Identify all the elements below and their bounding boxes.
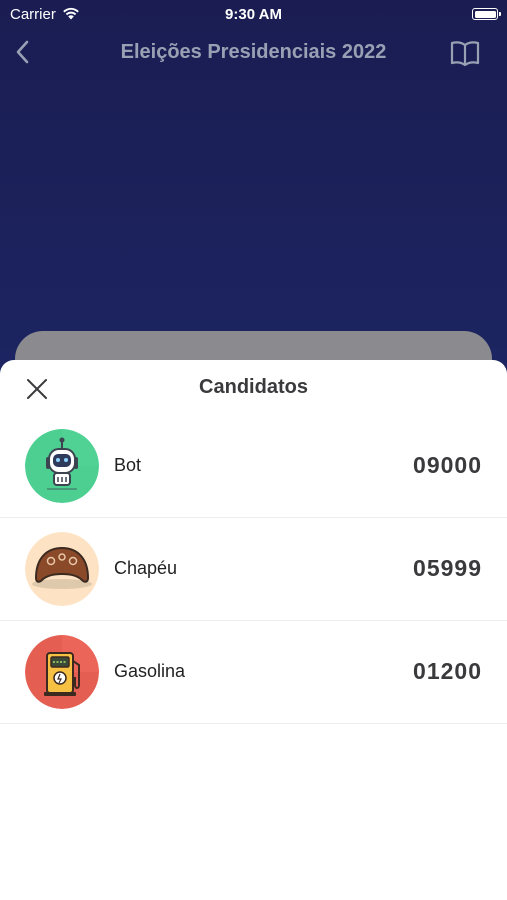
- candidate-number: 09000: [413, 452, 482, 478]
- sheet-title: Candidatos: [199, 376, 308, 398]
- candidate-number: 01200: [413, 658, 482, 684]
- candidates-sheet: Candidatos Bot 09000 Chapéu 05999 Gasoli…: [0, 360, 507, 900]
- gas-pump-avatar: [25, 635, 99, 709]
- candidate-name: Bot: [114, 455, 142, 475]
- status-bar: Carrier 9:30 AM: [0, 0, 507, 30]
- hat-avatar: [25, 532, 99, 606]
- candidate-row-chapeu[interactable]: Chapéu 05999: [0, 518, 507, 621]
- chevron-left-icon[interactable]: [12, 38, 34, 66]
- candidate-row-bot[interactable]: Bot 09000: [0, 415, 507, 518]
- candidate-number: 05999: [413, 555, 482, 581]
- book-icon[interactable]: [449, 39, 481, 67]
- page-title: Eleições Presidenciais 2022: [120, 41, 387, 63]
- app-screen: Carrier 9:30 AM Eleições Presidenciais 2…: [0, 0, 507, 900]
- robot-avatar: [25, 429, 99, 503]
- candidate-list: Bot 09000 Chapéu 05999 Gasolina 01200: [0, 415, 507, 724]
- candidate-name: Gasolina: [114, 661, 186, 681]
- candidate-name: Chapéu: [114, 558, 178, 578]
- candidate-row-gasolina[interactable]: Gasolina 01200: [0, 621, 507, 724]
- navigation-bar: Eleições Presidenciais 2022: [0, 30, 507, 76]
- status-time: 9:30 AM: [225, 6, 282, 23]
- battery-icon: [472, 8, 501, 20]
